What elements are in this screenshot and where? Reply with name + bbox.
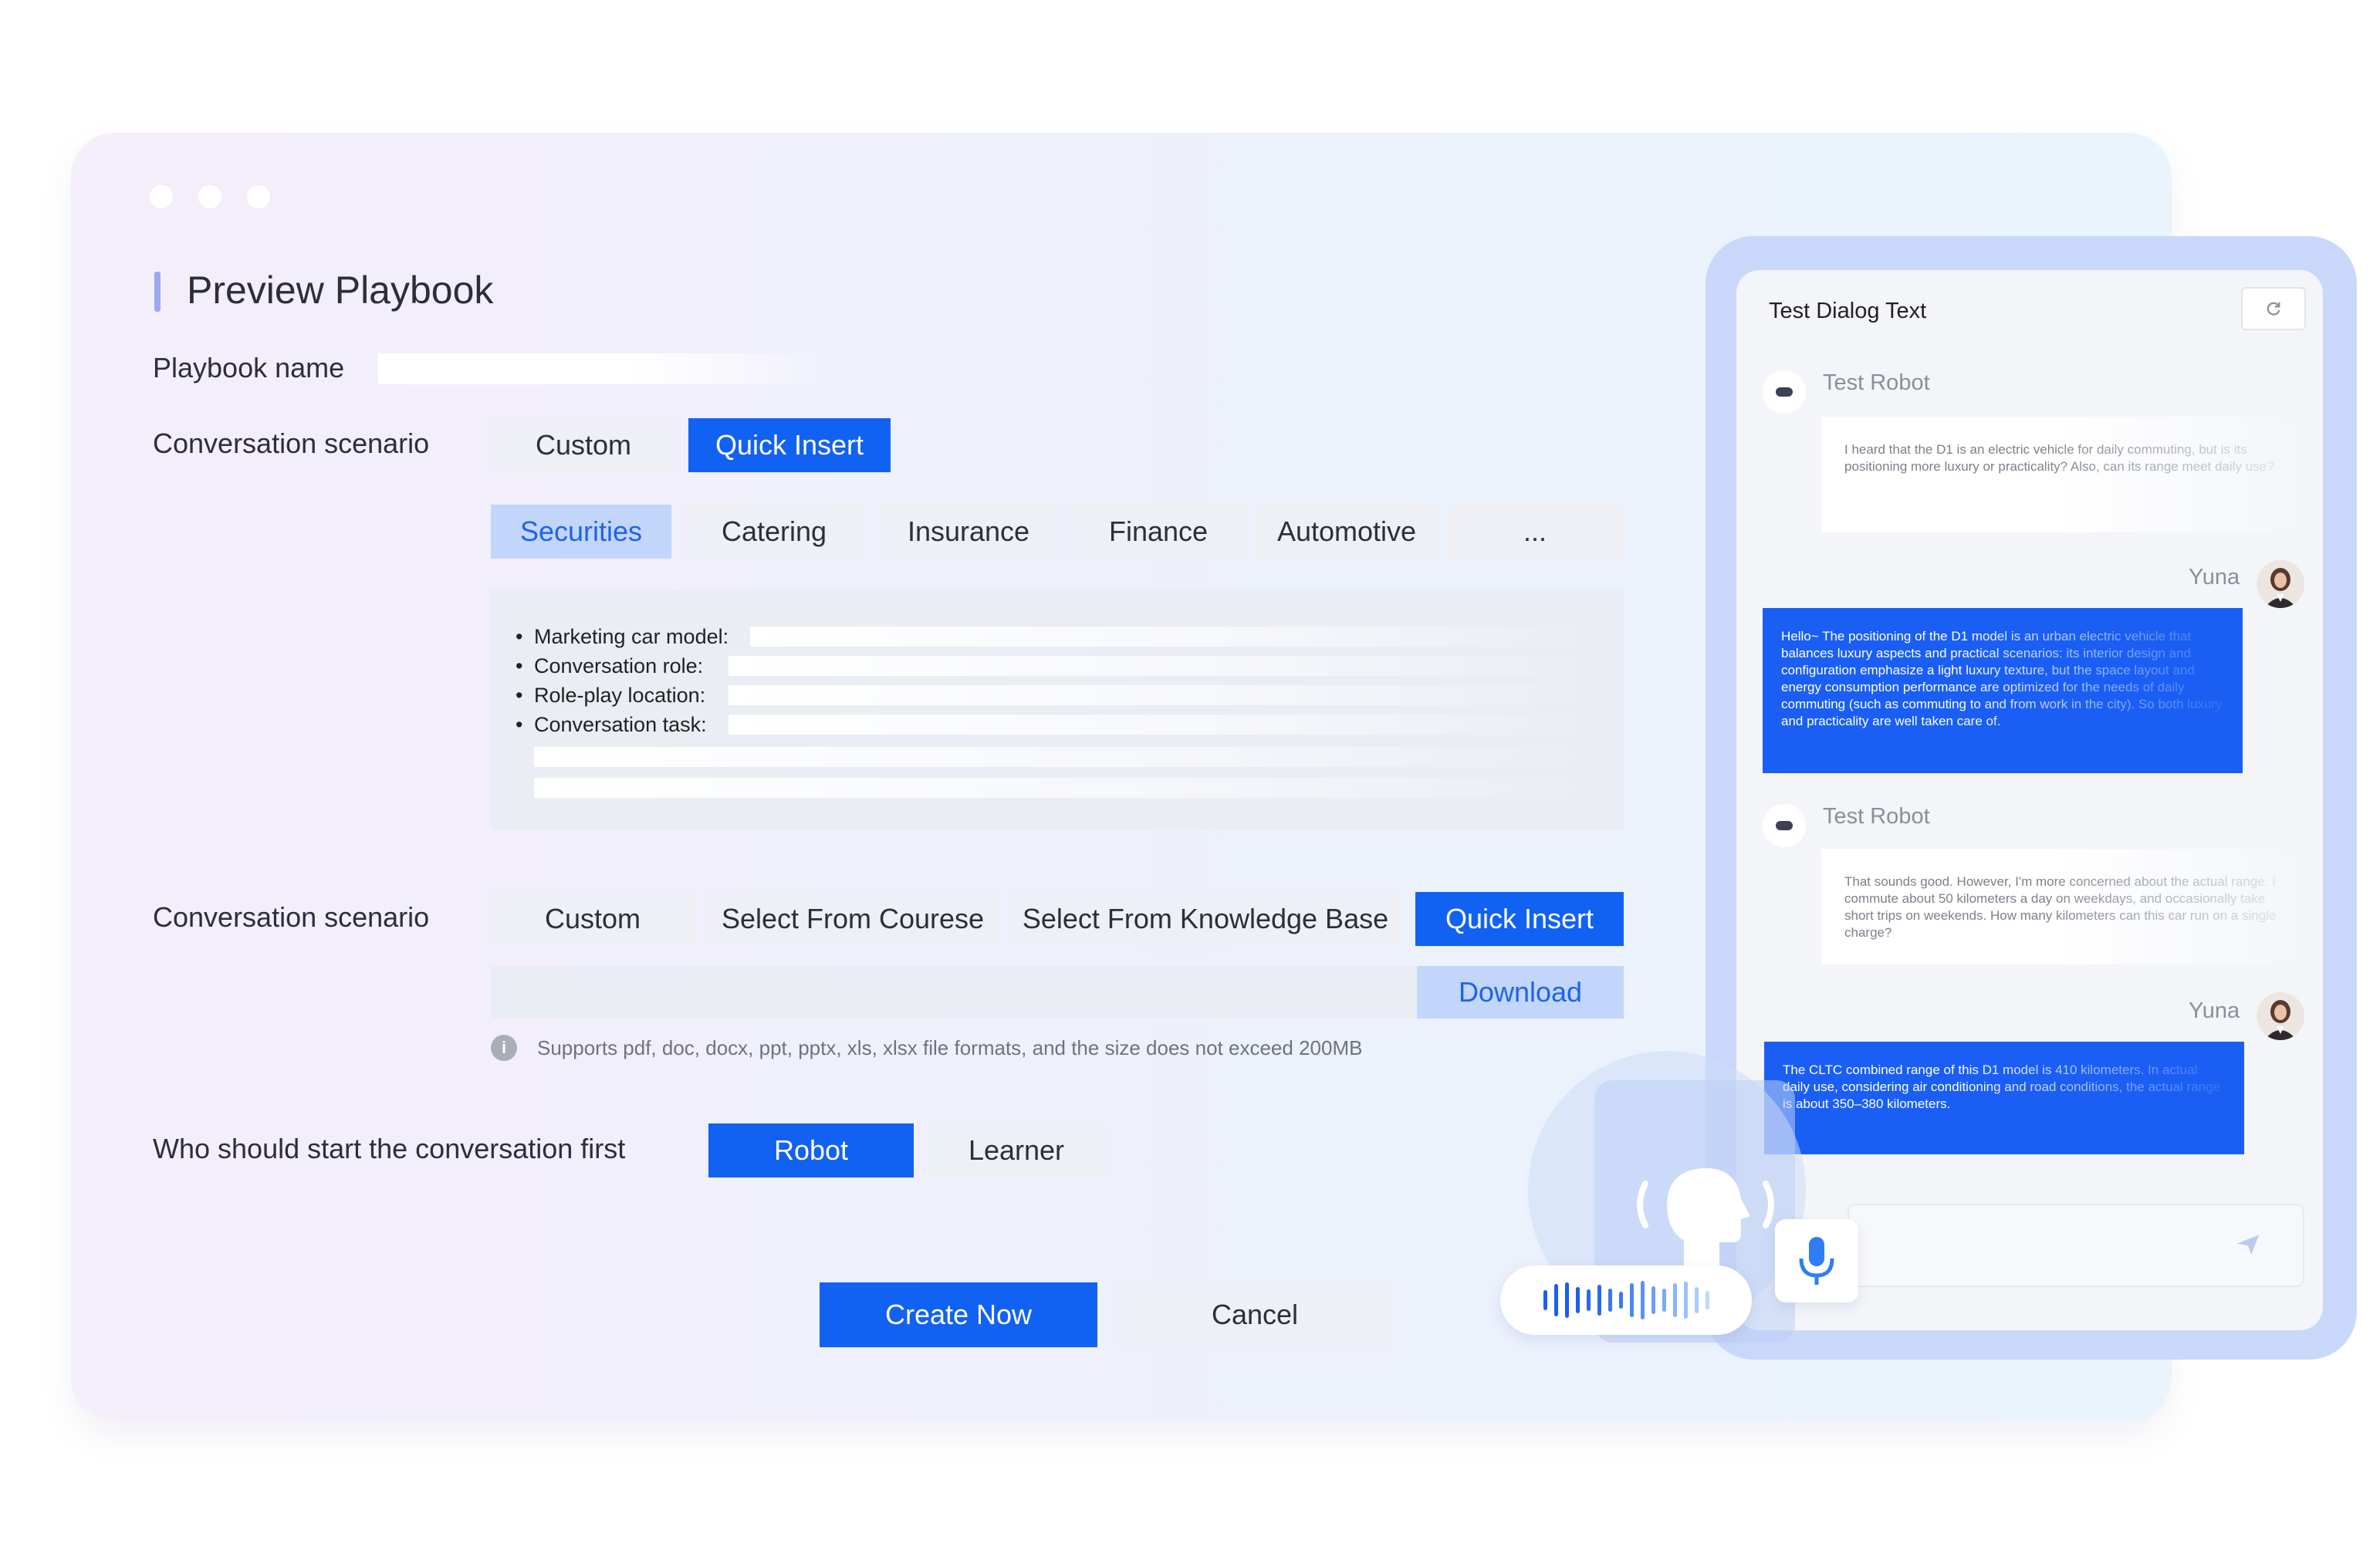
- user-message: Hello~ The positioning of the D1 model i…: [1763, 608, 2243, 773]
- file-upload-field[interactable]: [491, 966, 1417, 1019]
- template-field-value: [750, 627, 1591, 647]
- starter-label: Who should start the conversation first: [153, 1133, 626, 1164]
- industry-tab-finance[interactable]: Finance: [1068, 505, 1249, 559]
- page-title: Preview Playbook: [187, 269, 494, 312]
- user-avatar-icon: [2257, 992, 2304, 1040]
- scenario-label: Conversation scenario: [153, 427, 430, 459]
- chat-title: Test Dialog Text: [1769, 299, 1927, 323]
- starter-learner-button[interactable]: Learner: [926, 1123, 1107, 1177]
- window-dot-icon: [150, 185, 173, 208]
- sender-name: Test Robot: [1823, 370, 1930, 395]
- template-field-value: [534, 747, 1591, 767]
- sender-name: Yuna: [2189, 565, 2240, 590]
- upload-hint-text: Supports pdf, doc, docx, ppt, pptx, xls,…: [537, 1036, 1363, 1059]
- industry-tab-catering[interactable]: Catering: [684, 505, 864, 559]
- refresh-icon[interactable]: [2241, 287, 2306, 330]
- playbook-name-input[interactable]: [378, 353, 841, 384]
- bot-message: I heard that the D1 is an electric vehic…: [1821, 417, 2303, 532]
- industry-tab-automotive[interactable]: Automotive: [1256, 505, 1437, 559]
- window-dot-icon: [247, 185, 270, 208]
- template-field: • Conversation task:: [516, 713, 707, 736]
- bot-message: That sounds good. However, I'm more conc…: [1821, 849, 2303, 965]
- info-icon: i: [491, 1035, 517, 1061]
- head-voice-icon: [1628, 1139, 1783, 1274]
- title-accent-bar: [154, 272, 161, 312]
- industry-tab-securities[interactable]: Securities: [491, 505, 671, 559]
- template-field: • Conversation role:: [516, 654, 704, 677]
- user-message: The CLTC combined range of this D1 model…: [1764, 1042, 2244, 1154]
- microphone-icon[interactable]: [1775, 1219, 1858, 1302]
- sound-wave-icon: [1500, 1265, 1752, 1335]
- template-field: • Marketing car model:: [516, 625, 729, 648]
- user-avatar-icon: [2257, 560, 2304, 608]
- scenario-quick-insert-button[interactable]: Quick Insert: [1415, 892, 1624, 946]
- create-now-button[interactable]: Create Now: [820, 1282, 1097, 1347]
- scenario-label: Conversation scenario: [153, 901, 430, 933]
- playbook-name-label: Playbook name: [153, 352, 345, 383]
- scenario-custom-button[interactable]: Custom: [491, 892, 695, 946]
- scenario-custom-button[interactable]: Custom: [491, 418, 676, 472]
- select-from-course-button[interactable]: Select From Courese: [707, 892, 999, 946]
- template-field-value: [729, 715, 1591, 735]
- industry-tab-more[interactable]: ...: [1446, 505, 1624, 559]
- send-icon[interactable]: [2235, 1231, 2261, 1262]
- select-from-knowledge-base-button[interactable]: Select From Knowledge Base: [1011, 892, 1400, 946]
- template-field-value: [729, 656, 1591, 676]
- sender-name: Test Robot: [1823, 804, 1930, 829]
- template-field-value: [729, 685, 1591, 705]
- scenario-quick-insert-button[interactable]: Quick Insert: [688, 418, 891, 472]
- starter-robot-button[interactable]: Robot: [708, 1123, 914, 1177]
- robot-avatar-icon: [1763, 804, 1806, 847]
- template-field: • Role-play location:: [516, 684, 706, 707]
- template-field-value: [534, 778, 1591, 798]
- sender-name: Yuna: [2189, 998, 2240, 1023]
- window-dot-icon: [198, 185, 221, 208]
- download-button[interactable]: Download: [1417, 966, 1624, 1019]
- robot-avatar-icon: [1763, 370, 1806, 414]
- industry-tab-insurance[interactable]: Insurance: [878, 505, 1059, 559]
- cancel-button[interactable]: Cancel: [1116, 1282, 1394, 1347]
